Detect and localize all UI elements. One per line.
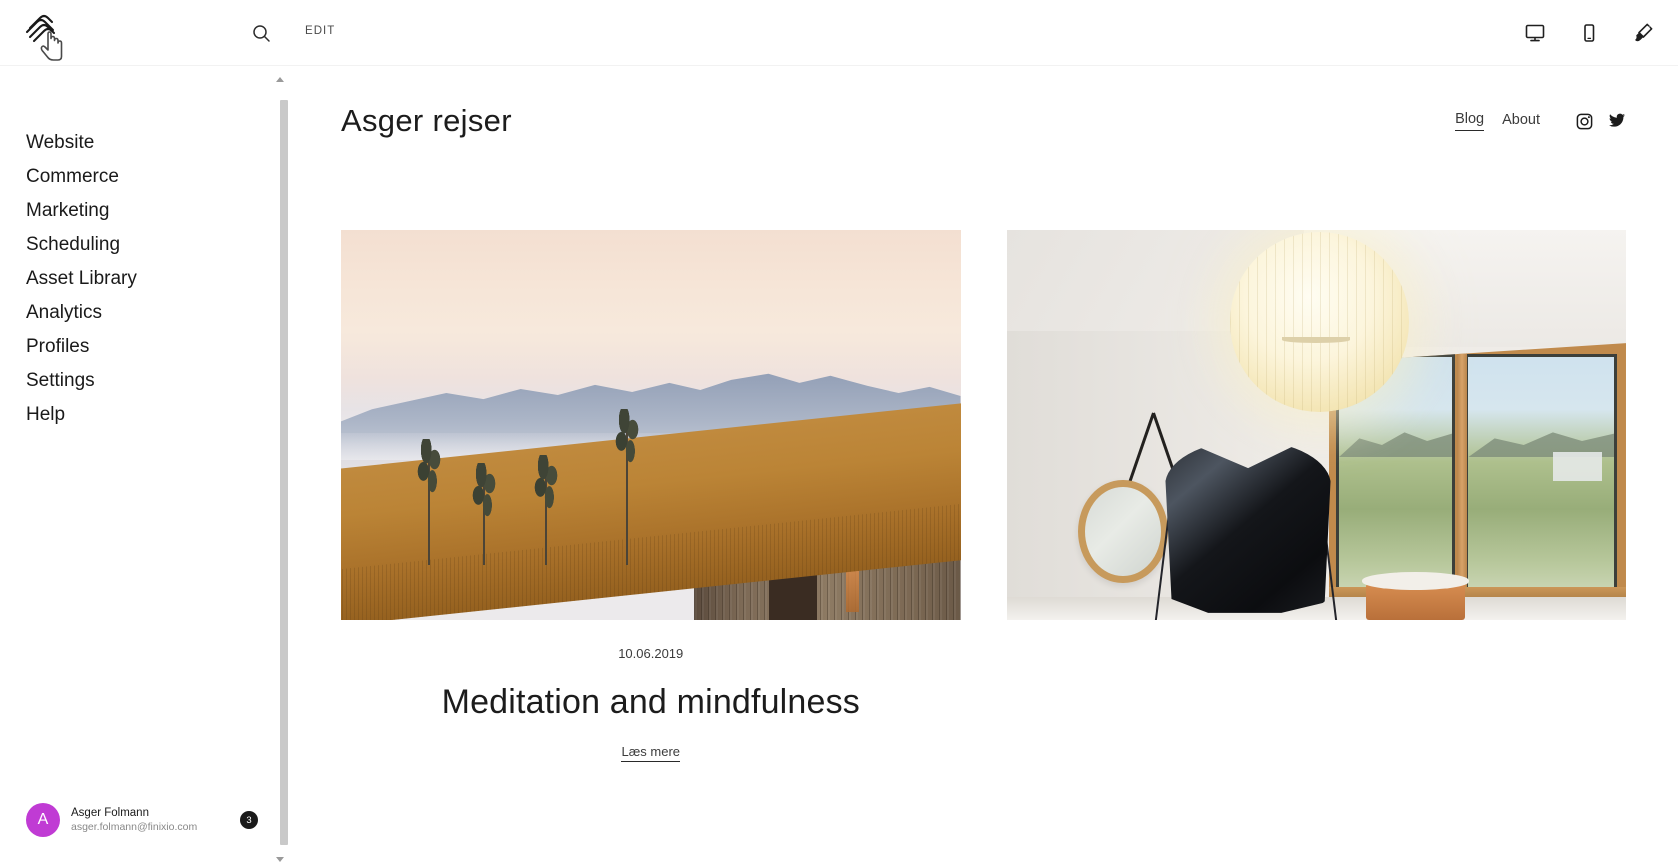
sidebar-item-label: Website — [26, 132, 95, 153]
post-meta: 10.06.2019 Meditation and mindfulness Læ… — [341, 646, 961, 762]
mobile-icon[interactable] — [1572, 16, 1606, 50]
sidebar-item-website[interactable]: Website — [0, 126, 276, 160]
sidebar-item-label: Profiles — [26, 336, 90, 357]
twitter-icon[interactable] — [1608, 112, 1626, 130]
sidebar-item-label: Settings — [26, 370, 95, 391]
post-title[interactable]: Meditation and mindfulness — [341, 683, 961, 722]
social-links — [1576, 112, 1626, 130]
sidebar-nav-list: Website Commerce Marketing Scheduling As… — [0, 126, 276, 432]
sidebar-item-asset-library[interactable]: Asset Library — [0, 262, 276, 296]
sidebar-item-label: Help — [26, 404, 66, 425]
squarespace-logo[interactable] — [18, 10, 74, 66]
post-date: 10.06.2019 — [618, 646, 684, 661]
user-account-bar[interactable]: A Asger Folmann asger.folmann@finixio.co… — [0, 794, 276, 846]
sidebar-item-marketing[interactable]: Marketing — [0, 194, 276, 228]
sidebar-item-label: Analytics — [26, 302, 103, 323]
avatar-initial: A — [37, 811, 49, 828]
sidebar-item-scheduling[interactable]: Scheduling — [0, 228, 276, 262]
desktop-icon[interactable] — [1518, 16, 1552, 50]
site-nav-about[interactable]: About — [1502, 112, 1540, 131]
sidebar-item-help[interactable]: Help — [0, 398, 276, 432]
user-info: Asger Folmann asger.folmann@finixio.com — [71, 806, 240, 834]
sidebar-item-label: Asset Library — [26, 268, 137, 289]
scrollbar-track[interactable] — [276, 86, 288, 848]
paintbrush-icon[interactable] — [1626, 16, 1660, 50]
device-preview-group — [1518, 16, 1660, 50]
instagram-icon[interactable] — [1576, 113, 1593, 130]
blog-post-item: 10.06.2019 Meditation and mindfulness Læ… — [341, 230, 961, 866]
site-title[interactable]: Asger rejser — [341, 103, 512, 139]
post-read-more-link[interactable]: Læs mere — [621, 744, 681, 762]
main-sidebar: Website Commerce Marketing Scheduling As… — [0, 66, 276, 866]
post-image-interior[interactable] — [1006, 230, 1626, 620]
site-navigation: Blog About — [1455, 111, 1626, 131]
sidebar-item-analytics[interactable]: Analytics — [0, 296, 276, 330]
blog-post-item — [1006, 230, 1626, 866]
post-image-landscape[interactable] — [341, 230, 961, 620]
scroll-down-arrow[interactable] — [275, 854, 285, 864]
sidebar-item-settings[interactable]: Settings — [0, 364, 276, 398]
sidebar-item-label: Scheduling — [26, 234, 121, 255]
avatar: A — [26, 803, 60, 837]
user-email: asger.folmann@finixio.com — [71, 820, 198, 833]
application-topbar: EDIT — [0, 0, 1678, 66]
user-name: Asger Folmann — [71, 807, 149, 820]
sidebar-item-label: Commerce — [26, 166, 119, 187]
site-nav-blog[interactable]: Blog — [1455, 111, 1485, 131]
blog-post-grid: 10.06.2019 Meditation and mindfulness Læ… — [289, 230, 1678, 866]
search-icon[interactable] — [248, 20, 274, 46]
sidebar-item-profiles[interactable]: Profiles — [0, 330, 276, 364]
site-preview: Asger rejser Blog About 10.06.2019 Medit… — [289, 66, 1678, 866]
panel-scrollbar[interactable] — [272, 72, 288, 866]
scroll-up-arrow[interactable] — [275, 74, 285, 84]
scrollbar-thumb[interactable] — [280, 100, 288, 845]
sidebar-item-label: Marketing — [26, 200, 110, 221]
edit-button[interactable]: EDIT — [305, 25, 335, 37]
notification-badge[interactable]: 3 — [240, 811, 258, 829]
sidebar-item-commerce[interactable]: Commerce — [0, 160, 276, 194]
site-header: Asger rejser Blog About — [289, 66, 1678, 176]
